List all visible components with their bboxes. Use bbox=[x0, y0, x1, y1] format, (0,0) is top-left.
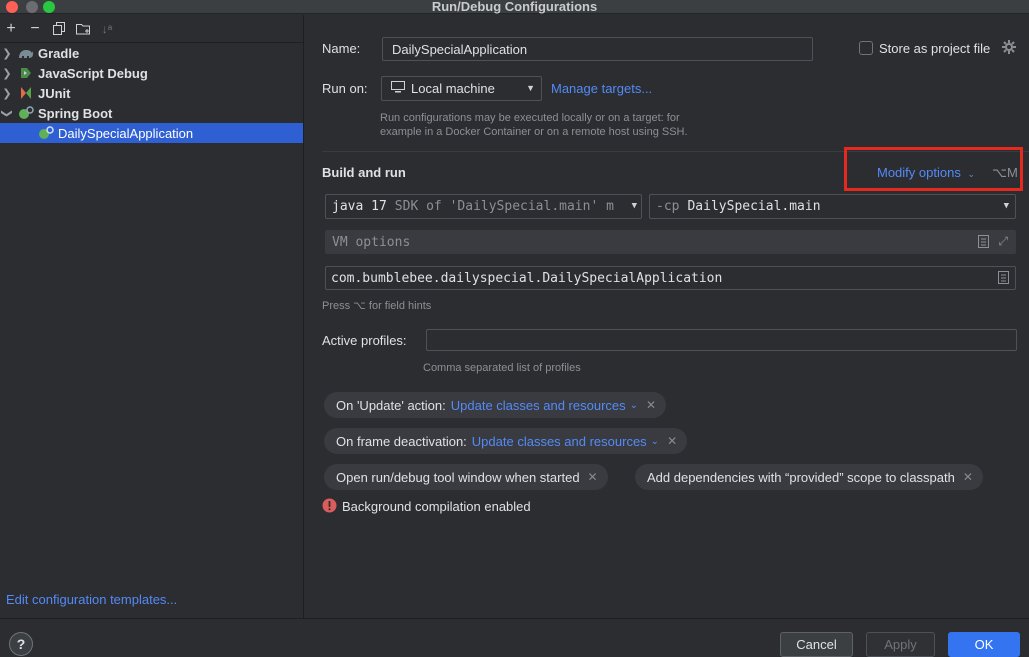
vm-options-placeholder: VM options bbox=[332, 234, 411, 250]
browse-class-icon[interactable] bbox=[998, 271, 1009, 288]
add-icon[interactable]: + bbox=[2, 20, 20, 38]
chevron-right-icon[interactable]: ❯ bbox=[0, 67, 14, 80]
option-label: On 'Update' action: bbox=[336, 397, 446, 413]
name-input[interactable]: DailySpecialApplication bbox=[382, 37, 813, 61]
build-and-run-heading: Build and run bbox=[322, 165, 406, 180]
apply-button[interactable]: Apply bbox=[866, 632, 935, 657]
remove-option-icon[interactable]: ✕ bbox=[646, 398, 656, 412]
remove-icon[interactable]: − bbox=[26, 20, 44, 38]
chevron-down-icon[interactable]: ⌄ bbox=[651, 436, 659, 447]
close-window-button[interactable] bbox=[6, 1, 18, 13]
background-compilation-status: Background compilation enabled bbox=[342, 499, 531, 514]
name-label: Name: bbox=[322, 41, 361, 56]
chevron-right-icon[interactable]: ❯ bbox=[0, 87, 14, 100]
maximize-window-button[interactable] bbox=[43, 1, 55, 13]
window-titlebar: Run/Debug Configurations bbox=[0, 0, 1029, 14]
highlight-box bbox=[844, 147, 1023, 191]
spring-boot-icon bbox=[18, 106, 34, 120]
chevron-down-icon: ▼ bbox=[629, 201, 637, 211]
store-as-project-file-checkbox[interactable] bbox=[859, 41, 873, 55]
dialog-button-bar: ? Cancel Apply OK bbox=[0, 618, 1029, 657]
run-on-hint-line-1: Run configurations may be executed local… bbox=[380, 112, 680, 124]
sort-icon[interactable]: ↓ᵃ bbox=[98, 20, 116, 38]
run-on-hint-line-2: example in a Docker Container or on a re… bbox=[380, 126, 688, 138]
open-tool-window-option[interactable]: Open run/debug tool window when started … bbox=[324, 464, 608, 490]
tree-item-label: Gradle bbox=[38, 45, 80, 61]
error-icon bbox=[322, 498, 337, 516]
on-frame-deactivation-option[interactable]: On frame deactivation: Update classes an… bbox=[324, 428, 688, 454]
option-label: On frame deactivation: bbox=[336, 433, 467, 449]
tree-item-spring-boot[interactable]: ❯ Spring Boot bbox=[0, 103, 303, 123]
gradle-icon bbox=[18, 46, 34, 60]
cancel-button[interactable]: Cancel bbox=[780, 632, 853, 657]
name-value: DailySpecialApplication bbox=[392, 41, 528, 57]
spring-boot-app-icon bbox=[38, 126, 54, 140]
tree-item-label: Spring Boot bbox=[38, 105, 113, 121]
configurations-sidebar: + − ↓ᵃ ❯ Gradle ❯ JavaScript Debug ❯ JUn… bbox=[0, 15, 304, 618]
help-button[interactable]: ? bbox=[9, 632, 33, 656]
window-title: Run/Debug Configurations bbox=[431, 0, 598, 14]
jre-dropdown[interactable]: java 17 SDK of 'DailySpecial.main' m ▼ bbox=[325, 194, 642, 219]
ok-button[interactable]: OK bbox=[948, 632, 1020, 657]
remove-option-icon[interactable]: ✕ bbox=[667, 434, 677, 448]
tree-item-javascript-debug[interactable]: ❯ JavaScript Debug bbox=[0, 63, 303, 83]
tree-item-label: JUnit bbox=[38, 85, 71, 101]
add-provided-dependencies-option[interactable]: Add dependencies with “provided” scope t… bbox=[635, 464, 983, 490]
computer-icon bbox=[391, 81, 405, 96]
sidebar-toolbar: + − ↓ᵃ bbox=[0, 15, 303, 43]
active-profiles-hint: Comma separated list of profiles bbox=[423, 362, 581, 374]
minimize-window-button[interactable] bbox=[26, 1, 38, 13]
expand-icon[interactable]: ⤢ bbox=[998, 234, 1008, 249]
field-hints-hint: Press ⌥ for field hints bbox=[322, 300, 432, 312]
main-class-input[interactable]: com.bumblebee.dailyspecial.DailySpecialA… bbox=[325, 266, 1016, 290]
classpath-module: DailySpecial.main bbox=[687, 199, 821, 214]
new-folder-icon[interactable] bbox=[74, 20, 92, 38]
edit-configuration-templates-link[interactable]: Edit configuration templates... bbox=[6, 592, 177, 607]
on-frame-deactivation-value[interactable]: Update classes and resources bbox=[472, 434, 647, 449]
chevron-down-icon[interactable]: ❯ bbox=[1, 106, 14, 120]
copy-icon[interactable] bbox=[50, 20, 68, 38]
jre-version: java 17 bbox=[332, 199, 387, 214]
chevron-right-icon[interactable]: ❯ bbox=[0, 47, 14, 60]
chevron-down-icon: ▼ bbox=[526, 83, 535, 93]
classpath-prefix: -cp bbox=[656, 199, 680, 214]
remove-option-icon[interactable]: ✕ bbox=[963, 470, 973, 484]
tree-item-dailyspecialapplication[interactable]: DailySpecialApplication bbox=[0, 123, 303, 143]
javascript-debug-icon bbox=[18, 66, 34, 80]
tree-item-label: JavaScript Debug bbox=[38, 65, 148, 81]
option-label: Add dependencies with “provided” scope t… bbox=[647, 469, 955, 485]
configuration-form: Name: DailySpecialApplication Store as p… bbox=[305, 15, 1029, 618]
active-profiles-label: Active profiles: bbox=[322, 333, 407, 348]
chevron-down-icon: ▼ bbox=[1003, 201, 1009, 211]
remove-option-icon[interactable]: ✕ bbox=[588, 470, 598, 484]
configuration-tree: ❯ Gradle ❯ JavaScript Debug ❯ JUnit ❯ Sp… bbox=[0, 43, 303, 143]
tree-item-label: DailySpecialApplication bbox=[58, 125, 194, 141]
vm-options-input[interactable]: VM options ⤢ bbox=[325, 230, 1016, 254]
store-as-project-file-label: Store as project file bbox=[879, 41, 991, 56]
on-update-action-value[interactable]: Update classes and resources bbox=[451, 398, 626, 413]
tree-item-gradle[interactable]: ❯ Gradle bbox=[0, 43, 303, 63]
run-on-label: Run on: bbox=[322, 81, 368, 96]
active-profiles-input[interactable] bbox=[426, 329, 1017, 351]
manage-targets-link[interactable]: Manage targets... bbox=[551, 81, 652, 96]
run-on-value: Local machine bbox=[411, 81, 495, 96]
gear-icon[interactable] bbox=[1002, 40, 1016, 57]
main-class-value: com.bumblebee.dailyspecial.DailySpecialA… bbox=[331, 270, 723, 286]
tree-item-junit[interactable]: ❯ JUnit bbox=[0, 83, 303, 103]
chevron-down-icon[interactable]: ⌄ bbox=[630, 400, 638, 411]
junit-icon bbox=[18, 86, 34, 100]
on-update-action-option[interactable]: On 'Update' action: Update classes and r… bbox=[324, 392, 667, 418]
run-on-dropdown[interactable]: Local machine ▼ bbox=[381, 76, 542, 101]
classpath-dropdown[interactable]: -cp DailySpecial.main ▼ bbox=[649, 194, 1016, 219]
jre-detail: SDK of 'DailySpecial.main' m bbox=[394, 199, 614, 214]
option-label: Open run/debug tool window when started bbox=[336, 469, 580, 485]
expand-text-icon[interactable] bbox=[978, 235, 989, 252]
